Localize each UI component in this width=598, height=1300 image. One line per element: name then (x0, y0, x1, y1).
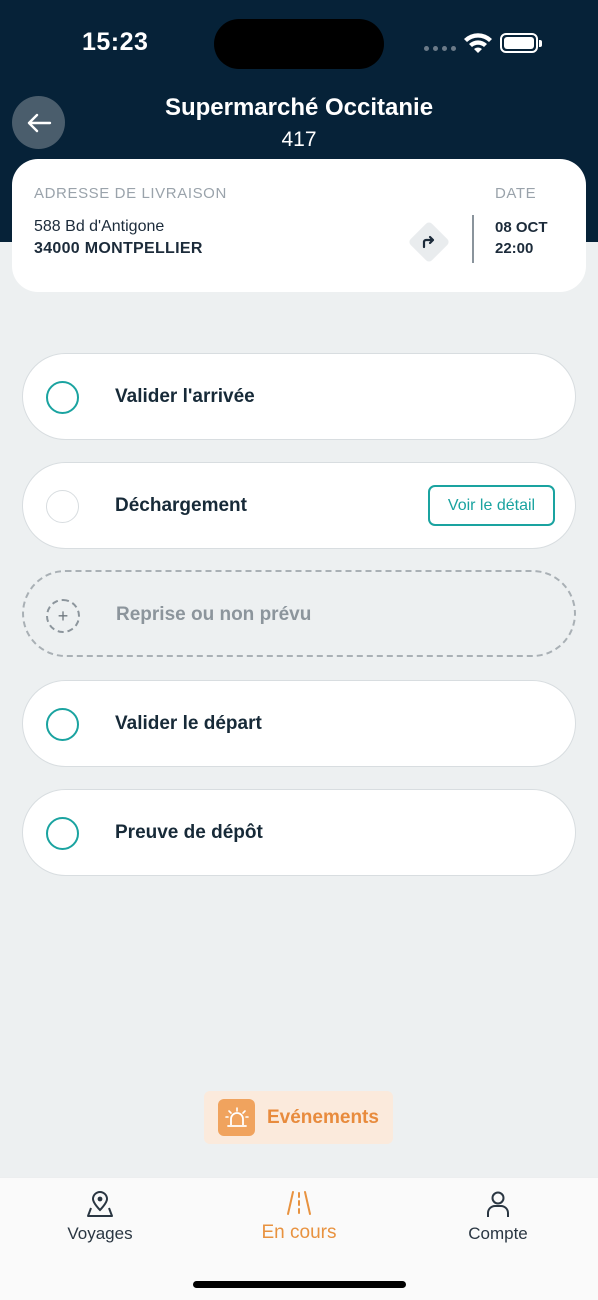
step-label: Preuve de dépôt (115, 822, 263, 843)
tab-compte[interactable]: Compte (418, 1190, 578, 1244)
directions-icon (422, 235, 435, 249)
step-label: Reprise ou non prévu (116, 604, 312, 625)
address-card: ADRESSE DE LIVRAISON DATE 588 Bd d'Antig… (12, 159, 586, 292)
address-line1: 588 Bd d'Antigone (34, 218, 165, 235)
step-dechargement[interactable]: Déchargement Voir le détail (22, 462, 576, 549)
date-label: DATE (495, 185, 537, 202)
directions-button[interactable] (407, 220, 451, 264)
step-preuve-depot[interactable]: Preuve de dépôt (22, 789, 576, 876)
date-day: 08 OCT (495, 219, 548, 236)
step-radio[interactable] (46, 708, 79, 741)
battery-icon (500, 33, 542, 53)
step-label: Déchargement (115, 495, 247, 516)
page-title: Supermarché Occitanie (164, 94, 434, 121)
page-subtitle: 417 (281, 128, 317, 151)
signal-icon (424, 46, 456, 51)
tab-label: Voyages (67, 1224, 133, 1243)
events-button[interactable]: Evénements (204, 1091, 393, 1144)
step-radio[interactable] (46, 817, 79, 850)
date-time: 22:00 (495, 240, 534, 257)
tab-en-cours[interactable]: En cours (219, 1190, 379, 1244)
address-label: ADRESSE DE LIVRAISON (34, 185, 227, 202)
plus-icon: + (46, 599, 80, 633)
alarm-light-icon (218, 1099, 255, 1136)
step-label: Valider l'arrivée (115, 386, 255, 407)
events-label: Evénements (267, 1106, 379, 1128)
home-indicator (193, 1281, 406, 1288)
step-reprise[interactable]: + Reprise ou non prévu (22, 570, 576, 657)
divider (472, 215, 474, 263)
step-valider-arrivee[interactable]: Valider l'arrivée (22, 353, 576, 440)
wifi-icon (464, 33, 492, 53)
voir-detail-button[interactable]: Voir le détail (428, 485, 555, 526)
step-valider-depart[interactable]: Valider le départ (22, 680, 576, 767)
address-line2: 34000 MONTPELLIER (34, 240, 203, 257)
dynamic-island (214, 19, 384, 69)
tab-voyages[interactable]: Voyages (20, 1190, 180, 1244)
step-radio[interactable] (46, 381, 79, 414)
step-radio (46, 490, 79, 523)
map-pin-icon (87, 1191, 113, 1217)
user-icon (487, 1191, 509, 1217)
step-label: Valider le départ (115, 713, 262, 734)
tab-label: Compte (468, 1224, 528, 1243)
tab-label: En cours (261, 1222, 337, 1243)
road-icon (287, 1191, 311, 1215)
status-time: 15:23 (82, 28, 149, 56)
